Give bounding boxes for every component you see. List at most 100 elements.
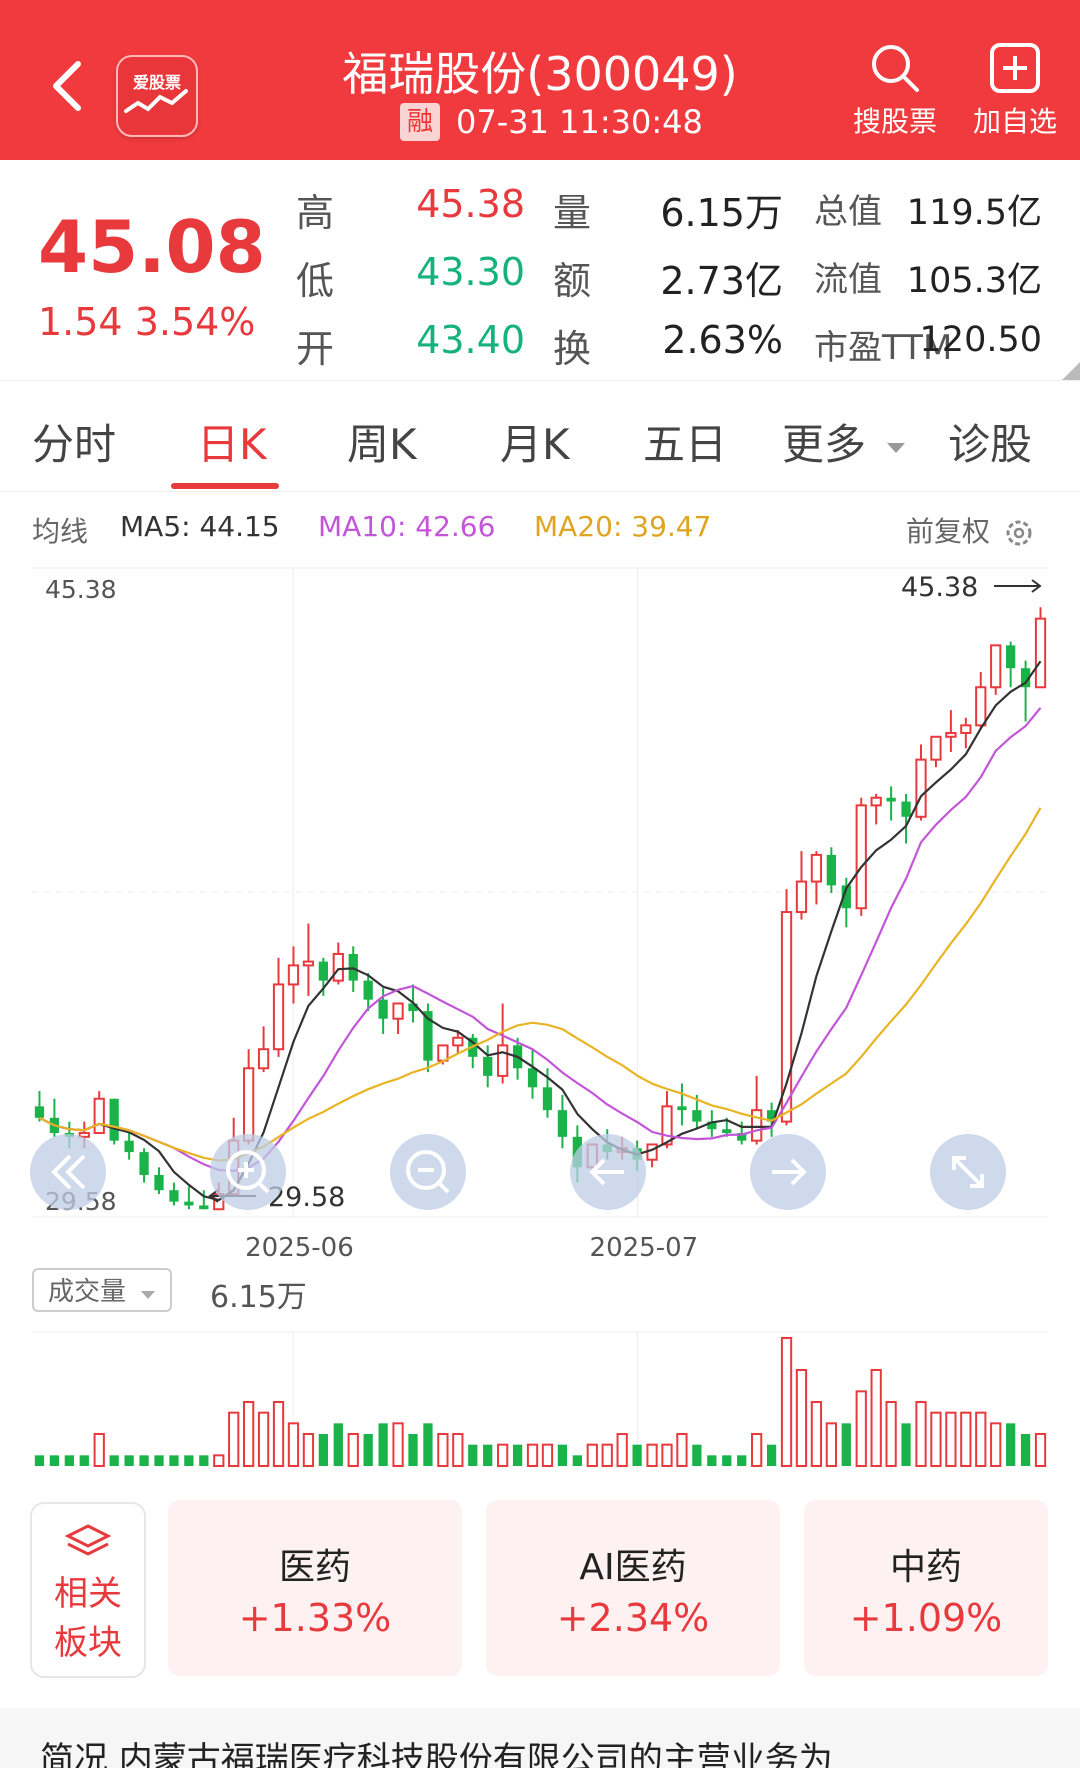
ma-label: 均线 [32, 515, 89, 548]
volume-bar [199, 1455, 209, 1466]
sector-card[interactable]: AI医药 +2.34% [486, 1500, 780, 1676]
candle-body [332, 952, 344, 982]
candle-body [542, 1087, 553, 1111]
kline-chart[interactable]: 45.3829.5845.3829.582025-062025-07 [0, 560, 1080, 1500]
volume-bar [468, 1444, 478, 1466]
volume-bar [780, 1337, 793, 1467]
volume-bar [213, 1454, 225, 1467]
volume-bar [766, 1444, 777, 1466]
volume-bar [825, 1422, 837, 1467]
stock-title: 福瑞股份(300049) [342, 47, 738, 101]
zoom-in-button[interactable] [210, 1134, 286, 1210]
candle-body [392, 1002, 404, 1020]
back-arrow-icon[interactable] [46, 56, 90, 116]
chevron-down-icon [887, 442, 906, 453]
sector-name: 中药 [889, 1547, 962, 1588]
double-left-icon [51, 1154, 86, 1190]
ma20-line [39, 807, 1042, 1162]
sector-card[interactable]: 医药 +1.33% [168, 1500, 462, 1676]
related-label-1: 相关 [54, 1574, 122, 1614]
margin-badge: 融 [400, 103, 440, 141]
volume-bar [154, 1455, 164, 1466]
max-price-label: 45.38 [901, 572, 978, 603]
volume-bar [1006, 1423, 1016, 1466]
float-value: 105.3亿 [906, 261, 1042, 301]
candle-body [646, 1143, 658, 1161]
candle-body [915, 758, 927, 818]
add-watchlist-button[interactable]: 加自选 [960, 40, 1070, 140]
candle-body [109, 1098, 119, 1141]
zoom-out-button[interactable] [390, 1134, 466, 1210]
tab-daily-k[interactable]: 日K [197, 411, 267, 472]
candle-body [810, 853, 823, 883]
summary-text: 简况 内蒙古福瑞医疗科技股份有限公司的主营业务为 [40, 1740, 833, 1768]
candle-body [795, 880, 808, 914]
tab-weekly-k[interactable]: 周K [347, 411, 417, 472]
volume-bar [930, 1411, 942, 1468]
open-label: 开 [296, 327, 335, 371]
volume-bar [497, 1443, 509, 1468]
volume-bar [586, 1443, 598, 1468]
sector-card[interactable]: 中药 +1.09% [804, 1500, 1048, 1676]
volume-bar [272, 1401, 285, 1467]
tab-five-day[interactable]: 五日 [643, 411, 727, 472]
scroll-right-button[interactable] [750, 1134, 826, 1210]
volume-bar [541, 1443, 554, 1468]
company-summary[interactable]: 简况 内蒙古福瑞医疗科技股份有限公司的主营业务为 [0, 1708, 1080, 1768]
candle-body [692, 1110, 702, 1122]
tab-intraday[interactable]: 分时 [32, 411, 116, 472]
sector-name: AI医药 [579, 1547, 687, 1588]
volume-bar [795, 1369, 808, 1467]
active-tab-indicator [171, 483, 279, 489]
tab-more-label: 更多 [782, 420, 867, 469]
pe-value: 120.50 [919, 320, 1042, 360]
volume-bar [124, 1455, 134, 1466]
candle-body [184, 1201, 194, 1206]
candle-body [318, 961, 328, 981]
volume-bar [707, 1455, 717, 1466]
xlabel-date: 2025-07 [590, 1233, 699, 1263]
scroll-start-button[interactable] [30, 1134, 106, 1210]
candle-body [930, 735, 942, 761]
layers-icon [64, 1524, 112, 1556]
volume-bar [870, 1369, 882, 1467]
candle-body [483, 1056, 493, 1076]
candle-body [855, 804, 867, 910]
candle-body [497, 1044, 509, 1077]
indicator-select[interactable]: 成交量 [32, 1268, 172, 1312]
volume-bar [646, 1443, 658, 1468]
volume-bar [692, 1444, 702, 1466]
tab-diagnose[interactable]: 诊股 [948, 411, 1032, 472]
arrow-left-icon [589, 1158, 624, 1186]
zoom-out-icon [406, 1150, 450, 1194]
price-change: 1.54 3.54% [38, 300, 256, 344]
chevron-down-icon [141, 1291, 156, 1299]
volume-bar [169, 1455, 179, 1466]
search-label: 搜股票 [852, 105, 937, 138]
ma5-value: MA5: 44.15 [120, 510, 280, 543]
candle-body [348, 953, 358, 981]
gear-icon [1006, 520, 1032, 546]
volume-bar [990, 1422, 1002, 1467]
volume-bar [139, 1455, 149, 1466]
volume-bar [347, 1433, 359, 1467]
expand-corner-icon[interactable] [1062, 362, 1080, 380]
volume-bar [1034, 1433, 1047, 1467]
search-button[interactable]: 搜股票 [840, 40, 950, 140]
related-sectors-button[interactable]: 相关 板块 [30, 1502, 146, 1678]
candle-body [199, 1205, 209, 1210]
volume-bar [945, 1411, 957, 1468]
tab-more[interactable]: 更多 [782, 411, 907, 472]
scroll-left-button[interactable] [570, 1134, 646, 1210]
volume-bar [676, 1433, 688, 1467]
volume-bar [34, 1455, 45, 1466]
candle-body [93, 1097, 105, 1135]
volume-value: 6.15万 [660, 191, 783, 235]
total-value-label: 总值 [814, 192, 882, 232]
tab-monthly-k[interactable]: 月K [500, 411, 570, 472]
sector-change: +1.09% [849, 1596, 1003, 1640]
fullscreen-button[interactable] [930, 1134, 1006, 1210]
candle-body [527, 1068, 538, 1088]
adjust-toggle[interactable]: 前复权 [906, 510, 1035, 550]
candle-body [677, 1106, 687, 1111]
